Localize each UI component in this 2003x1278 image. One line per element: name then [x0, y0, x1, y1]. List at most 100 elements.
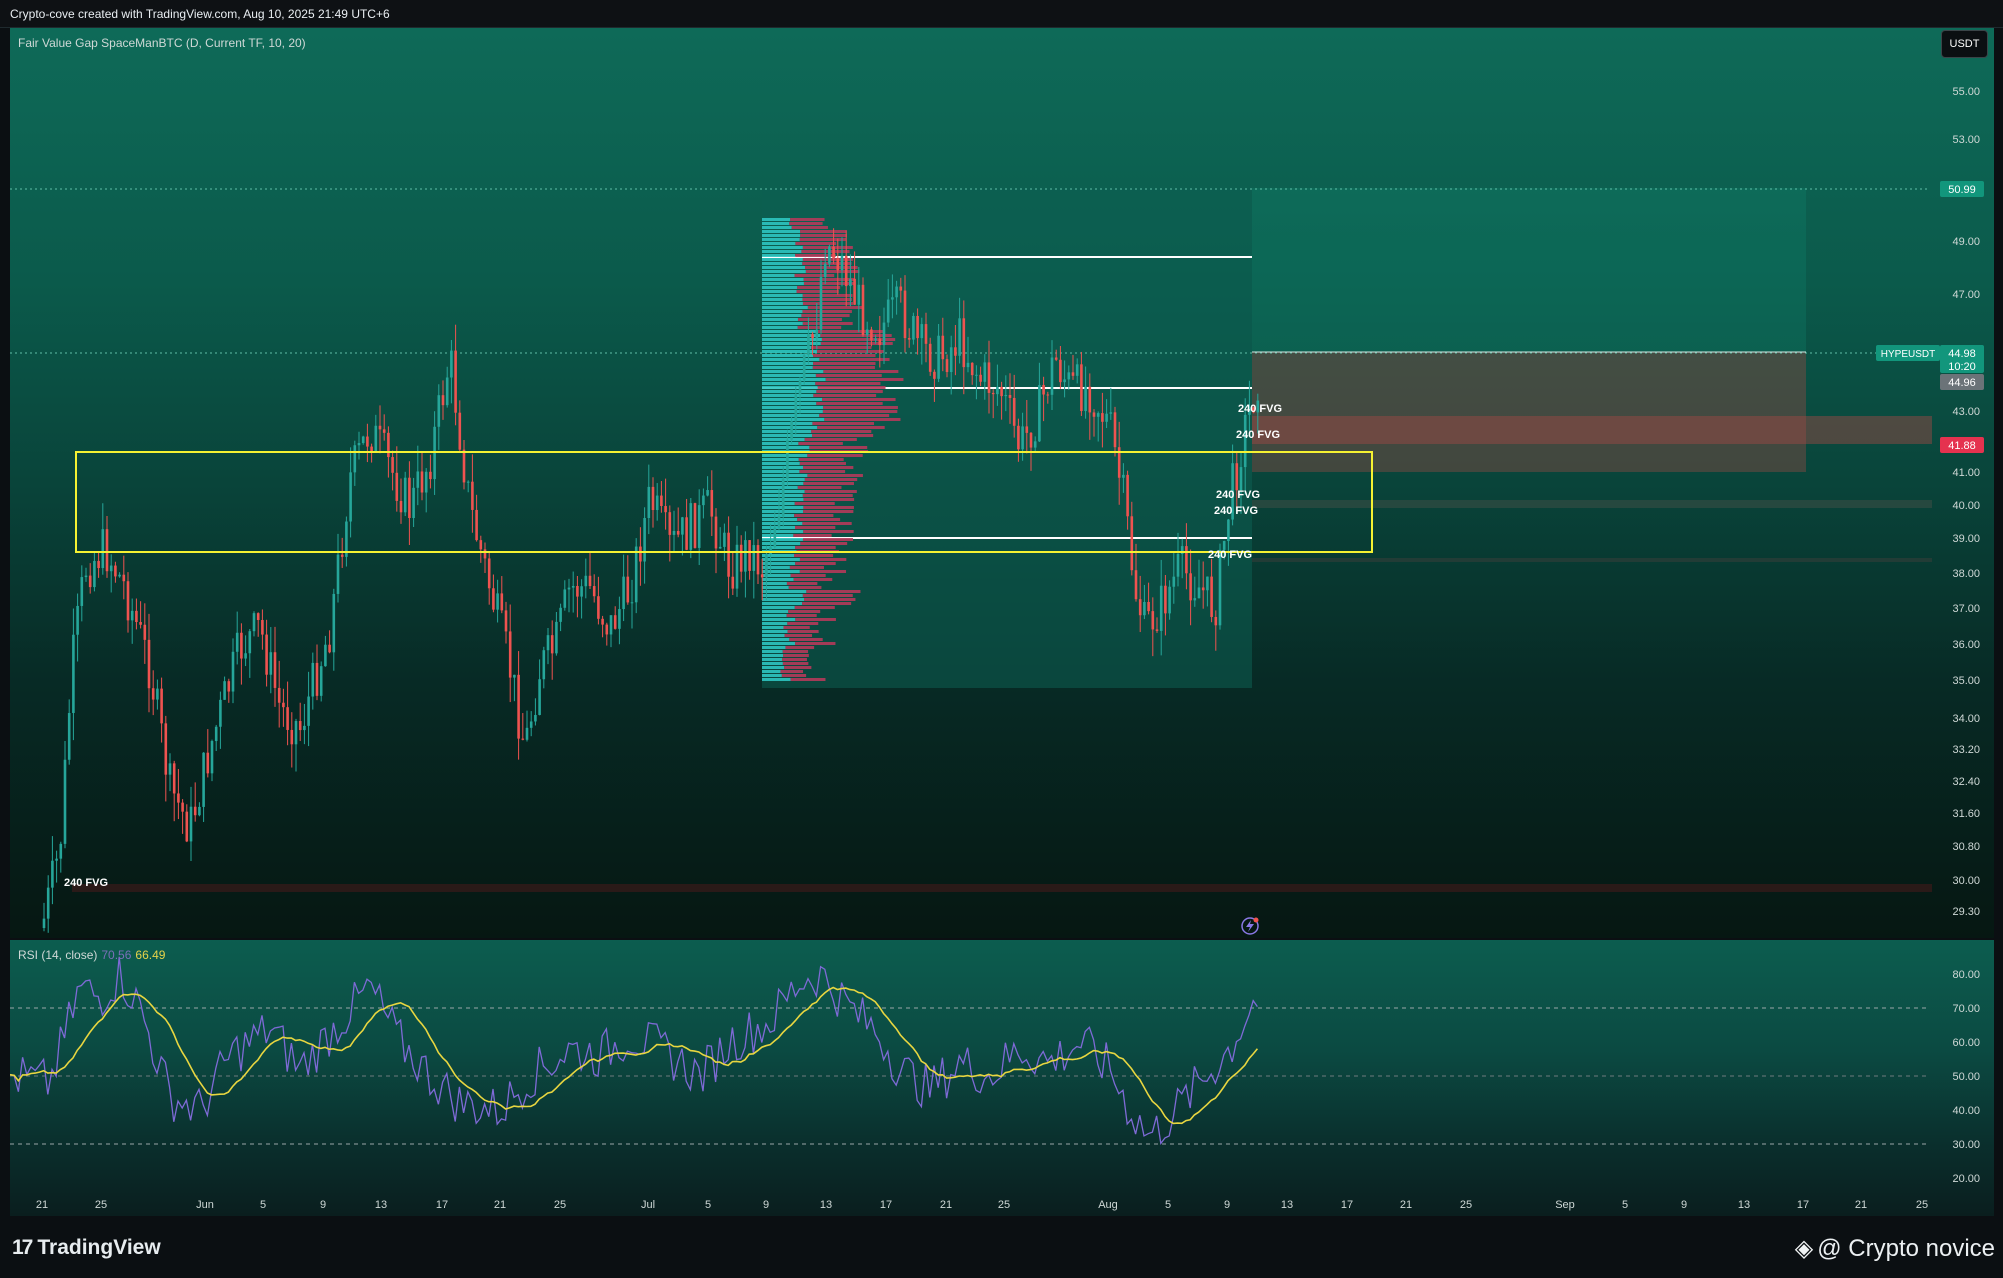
profile-bar-buy — [762, 618, 796, 621]
profile-bar-buy — [762, 598, 805, 601]
profile-bar-buy — [762, 602, 803, 605]
rsi-tick: 70.00 — [1952, 1003, 1980, 1015]
fvg-zone-dark — [1252, 500, 1932, 508]
profile-bar-sell — [787, 622, 819, 625]
time-tick: 25 — [554, 1199, 566, 1211]
currency-button[interactable]: USDT — [1941, 30, 1988, 58]
candle-body — [147, 639, 151, 689]
profile-bar-sell — [795, 242, 837, 245]
profile-bar-sell — [797, 286, 841, 289]
candle-body — [101, 529, 105, 569]
candle-body — [588, 575, 592, 587]
candle-body — [298, 721, 302, 731]
profile-bar-sell — [820, 334, 892, 337]
price-tick: 55.00 — [1952, 86, 1980, 98]
time-tick: Jun — [196, 1199, 214, 1211]
high-price-tag: 44.96 — [1940, 374, 1984, 390]
candle-body — [1168, 586, 1171, 614]
candle-body — [1012, 397, 1016, 426]
profile-bar-buy — [762, 646, 786, 649]
candle-body — [273, 652, 277, 688]
time-axis[interactable]: 21 25 Jun 5 9 13 17 21 25 Jul 5 9 13 17 21 25 Aug 5 9 13 17 2… — [36, 1199, 1928, 1211]
rsi-pane[interactable]: 80.00 70.00 60.00 50.00 40.00 30.00 20.0… — [10, 940, 1994, 1216]
candle-body — [765, 553, 768, 578]
profile-bar-buy — [762, 650, 783, 653]
price-tick: 29.30 — [1952, 906, 1980, 918]
candle-body — [760, 574, 764, 578]
profile-bar-buy — [762, 430, 812, 433]
candle-body — [777, 516, 781, 528]
profile-bar-sell — [822, 398, 896, 401]
indicator-title[interactable]: Fair Value Gap SpaceManBTC (D, Current T… — [18, 36, 306, 50]
price-axis[interactable]: 55.00 53.00 49.00 47.00 43.00 41.00 40.0… — [1952, 86, 1980, 918]
profile-bar-buy — [762, 286, 798, 289]
candle-body — [823, 263, 827, 278]
price-tick: 33.20 — [1952, 744, 1980, 756]
candle-body — [697, 505, 701, 548]
time-tick: 21 — [1400, 1199, 1412, 1211]
candle-body — [563, 589, 567, 608]
candle-body — [214, 726, 218, 742]
candle-body — [122, 574, 126, 582]
candle-body — [534, 714, 537, 722]
price-chart[interactable]: 240 FVG 240 FVG 240 FVG 240 FVG 240 FVG … — [10, 28, 1994, 938]
candle-body — [59, 843, 63, 859]
price-pane[interactable]: 240 FVG 240 FVG 240 FVG 240 FVG 240 FVG … — [10, 28, 1994, 938]
candle-body — [1067, 372, 1071, 380]
time-tick: 25 — [998, 1199, 1010, 1211]
candle-body — [580, 586, 583, 597]
candle-body — [487, 558, 491, 589]
rsi-axis[interactable]: 80.00 70.00 60.00 50.00 40.00 30.00 20.0… — [1952, 969, 1980, 1185]
candle-body — [1105, 413, 1108, 422]
red-level-tag: 41.88 — [1940, 437, 1984, 453]
candle-body — [130, 610, 134, 621]
candle-body — [1017, 425, 1020, 450]
candle-body — [559, 607, 562, 622]
profile-bar-sell — [798, 458, 844, 461]
profile-bar-sell — [799, 470, 846, 473]
candle-body — [865, 329, 869, 336]
candle-body — [819, 277, 823, 330]
candle-body — [55, 858, 58, 861]
candle-body — [756, 545, 760, 575]
time-tick: 17 — [880, 1199, 892, 1211]
profile-bar-sell — [785, 646, 815, 649]
profile-bar-buy — [762, 246, 803, 249]
candle-body — [714, 516, 718, 549]
svg-text:44.96: 44.96 — [1948, 377, 1976, 389]
price-tick: 38.00 — [1952, 568, 1980, 580]
profile-bar-buy — [762, 486, 798, 489]
profile-bar-buy — [762, 594, 803, 597]
profile-bar-buy — [762, 582, 787, 585]
candle-body — [1126, 474, 1129, 517]
profile-bar-sell — [820, 342, 893, 345]
candle-body — [210, 741, 214, 774]
candle-body — [1206, 576, 1209, 591]
candle-body — [613, 615, 617, 629]
candle-body — [395, 472, 399, 501]
profile-bar-sell — [793, 578, 833, 581]
tradingview-logo[interactable]: 17 TradingView — [12, 1236, 161, 1260]
profile-bar-buy — [762, 370, 824, 373]
rsi-chart[interactable]: 80.00 70.00 60.00 50.00 40.00 30.00 20.0… — [10, 940, 1994, 1216]
candle-body — [118, 574, 121, 577]
alert-lightning-icon[interactable] — [1241, 917, 1259, 935]
profile-bar-buy — [762, 278, 804, 281]
candle-body — [1122, 474, 1125, 478]
profile-bar-buy — [762, 266, 806, 269]
profile-bar-buy — [762, 642, 796, 645]
fvg-label: 240 FVG — [1214, 505, 1258, 517]
price-tag-top-level: 50.99 — [1940, 181, 1984, 197]
rsi-title[interactable]: RSI (14, close) 70.56 66.49 — [18, 948, 165, 962]
profile-bar-sell — [819, 358, 890, 361]
candle-body — [441, 395, 445, 406]
candle-body — [899, 286, 903, 291]
candle-body — [681, 517, 684, 535]
profile-bar-sell — [794, 514, 834, 517]
profile-bar-sell — [804, 490, 857, 493]
candle-body — [807, 334, 810, 356]
candle-body — [1210, 576, 1213, 617]
candle-body — [172, 763, 176, 794]
candle-body — [114, 565, 117, 577]
time-tick: 21 — [940, 1199, 952, 1211]
